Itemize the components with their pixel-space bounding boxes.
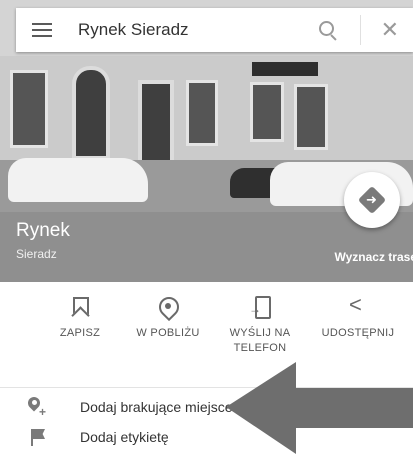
nearby-button[interactable]: W POBLIŻU: [118, 282, 218, 382]
photo-window: [186, 80, 218, 146]
search-icon[interactable]: [318, 20, 338, 41]
photo-door: [72, 66, 110, 160]
add-label-text: Dodaj etykietę: [80, 429, 169, 445]
save-button[interactable]: ZAPISZ: [30, 282, 130, 382]
save-label: ZAPISZ: [59, 327, 101, 339]
search-input[interactable]: Rynek Sieradz: [78, 20, 318, 40]
photo-window: [250, 82, 284, 142]
close-icon[interactable]: ✕: [381, 19, 399, 41]
bookmark-icon: [69, 296, 91, 325]
menu-icon[interactable]: [32, 21, 56, 39]
send-to-phone-label: WYŚLIJ NA TELEFON: [229, 327, 291, 354]
add-place-label: Dodaj brakujące miejsce: [80, 399, 233, 415]
directions-button[interactable]: ➜: [344, 172, 400, 228]
place-title: Rynek: [16, 220, 70, 241]
add-place-icon: +: [25, 394, 48, 419]
search-divider: [359, 15, 361, 45]
photo-window: [10, 70, 48, 148]
annotation-arrow: [226, 362, 413, 454]
directions-arrow-icon: ➜: [366, 192, 377, 207]
search-bar[interactable]: Rynek Sieradz ✕: [16, 8, 413, 52]
photo-shop-sign: [252, 62, 318, 76]
photo-car-white: [8, 158, 148, 202]
nearby-label: W POBLIŻU: [136, 327, 200, 339]
share-label: UDOSTĘPNIJ: [321, 327, 395, 339]
flag-icon: [28, 427, 48, 447]
photo-window: [294, 84, 328, 150]
send-to-phone-icon: →: [249, 296, 271, 319]
photo-door: [138, 80, 174, 164]
nearby-pin-icon: [154, 292, 184, 322]
share-icon: <: [349, 292, 362, 317]
place-locality: Sieradz: [16, 247, 57, 261]
directions-label[interactable]: Wyznacz trasę: [335, 250, 413, 264]
